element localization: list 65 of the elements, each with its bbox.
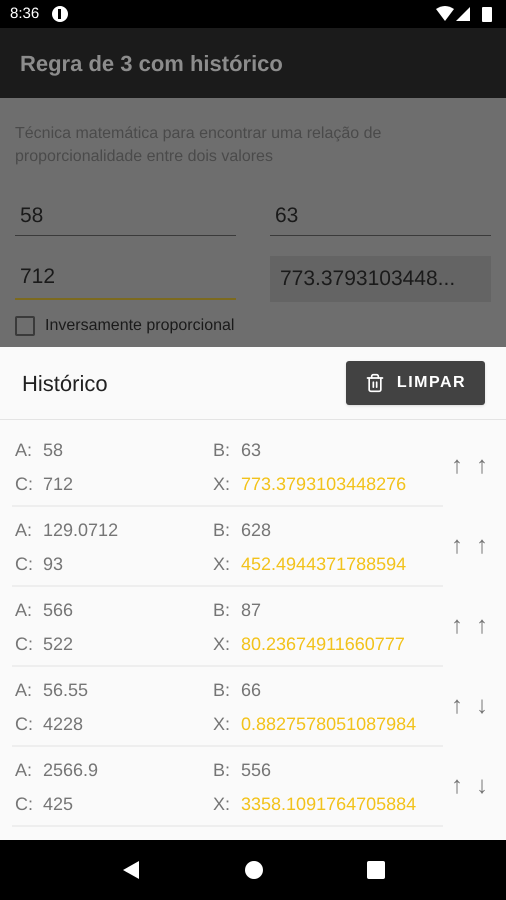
result-value: 3358.1091764705884	[241, 792, 416, 816]
home-icon[interactable]	[244, 860, 264, 880]
arrow-symbol: ↑	[475, 534, 489, 558]
field-label: A:	[15, 438, 34, 462]
field-label: C:	[15, 792, 34, 816]
result-value: 773.3793103448276	[241, 472, 406, 496]
sheet-title: Histórico	[22, 370, 108, 398]
arrow-symbol: ↑	[475, 614, 489, 638]
field-label: B:	[213, 678, 232, 702]
input-value: 556	[241, 758, 272, 782]
result-value: 80.23674911660777	[241, 632, 405, 656]
field-label: A:	[15, 598, 34, 622]
input-value: 4228	[43, 712, 84, 736]
field-label: A:	[15, 758, 34, 782]
recents-icon[interactable]	[366, 861, 385, 879]
result-value: 0.8827578051087984	[241, 712, 416, 736]
field-label: C:	[15, 552, 34, 576]
clock: 8:36	[10, 4, 40, 24]
input-field[interactable]: 63	[270, 196, 491, 236]
input-value: 93	[43, 552, 64, 576]
field-label: A:	[15, 518, 34, 542]
arrow-symbol: ↑	[450, 694, 464, 718]
field-label: X:	[213, 712, 232, 736]
field-label: C:	[15, 472, 34, 496]
input-value: 66	[241, 678, 262, 702]
arrow-symbol: ↑	[475, 454, 489, 478]
field-label: C:	[15, 632, 34, 656]
checkbox[interactable]	[15, 316, 35, 336]
input-value: 522	[43, 632, 74, 656]
app-title: Regra de 3 com histórico	[20, 50, 283, 78]
arrow-symbol: ↑	[450, 454, 464, 478]
input-value: 56.55	[43, 678, 88, 702]
field-label: X:	[213, 552, 232, 576]
field-label: B:	[213, 598, 232, 622]
checkbox-label: Inversamente proporcional	[45, 316, 234, 336]
result-field: 773.3793103448...	[270, 256, 491, 302]
input-value: 2566.9	[43, 758, 98, 782]
arrow-symbol: ↑	[450, 534, 464, 558]
field-label: B:	[213, 758, 232, 782]
trash-icon	[364, 373, 385, 393]
field-label: X:	[213, 632, 232, 656]
result-value: 452.4944371788594	[241, 552, 406, 576]
input-value: 58	[43, 438, 64, 462]
input-field[interactable]: 58	[15, 196, 236, 236]
input-value: 129.0712	[43, 518, 118, 542]
input-value: 712	[43, 472, 74, 496]
arrow-symbol: ↑	[450, 774, 464, 798]
field-label: B:	[213, 518, 232, 542]
field-label: X:	[213, 472, 232, 496]
field-label: B:	[213, 438, 232, 462]
input-value: 87	[241, 598, 262, 622]
notification-icon	[51, 5, 70, 23]
field-label: A:	[15, 678, 34, 702]
clear-button[interactable]: LIMPAR	[346, 361, 485, 405]
field-label: C:	[15, 712, 34, 736]
arrow-symbol: ↓	[475, 774, 489, 798]
input-value: 63	[241, 438, 262, 462]
back-icon[interactable]	[121, 860, 142, 880]
field-label: X:	[213, 792, 232, 816]
input-value: 425	[43, 792, 74, 816]
arrow-symbol: ↑	[450, 614, 464, 638]
input-field[interactable]: 712	[15, 256, 236, 300]
arrow-symbol: ↓	[475, 694, 489, 718]
input-value: 628	[241, 518, 272, 542]
input-value: 566	[43, 598, 74, 622]
